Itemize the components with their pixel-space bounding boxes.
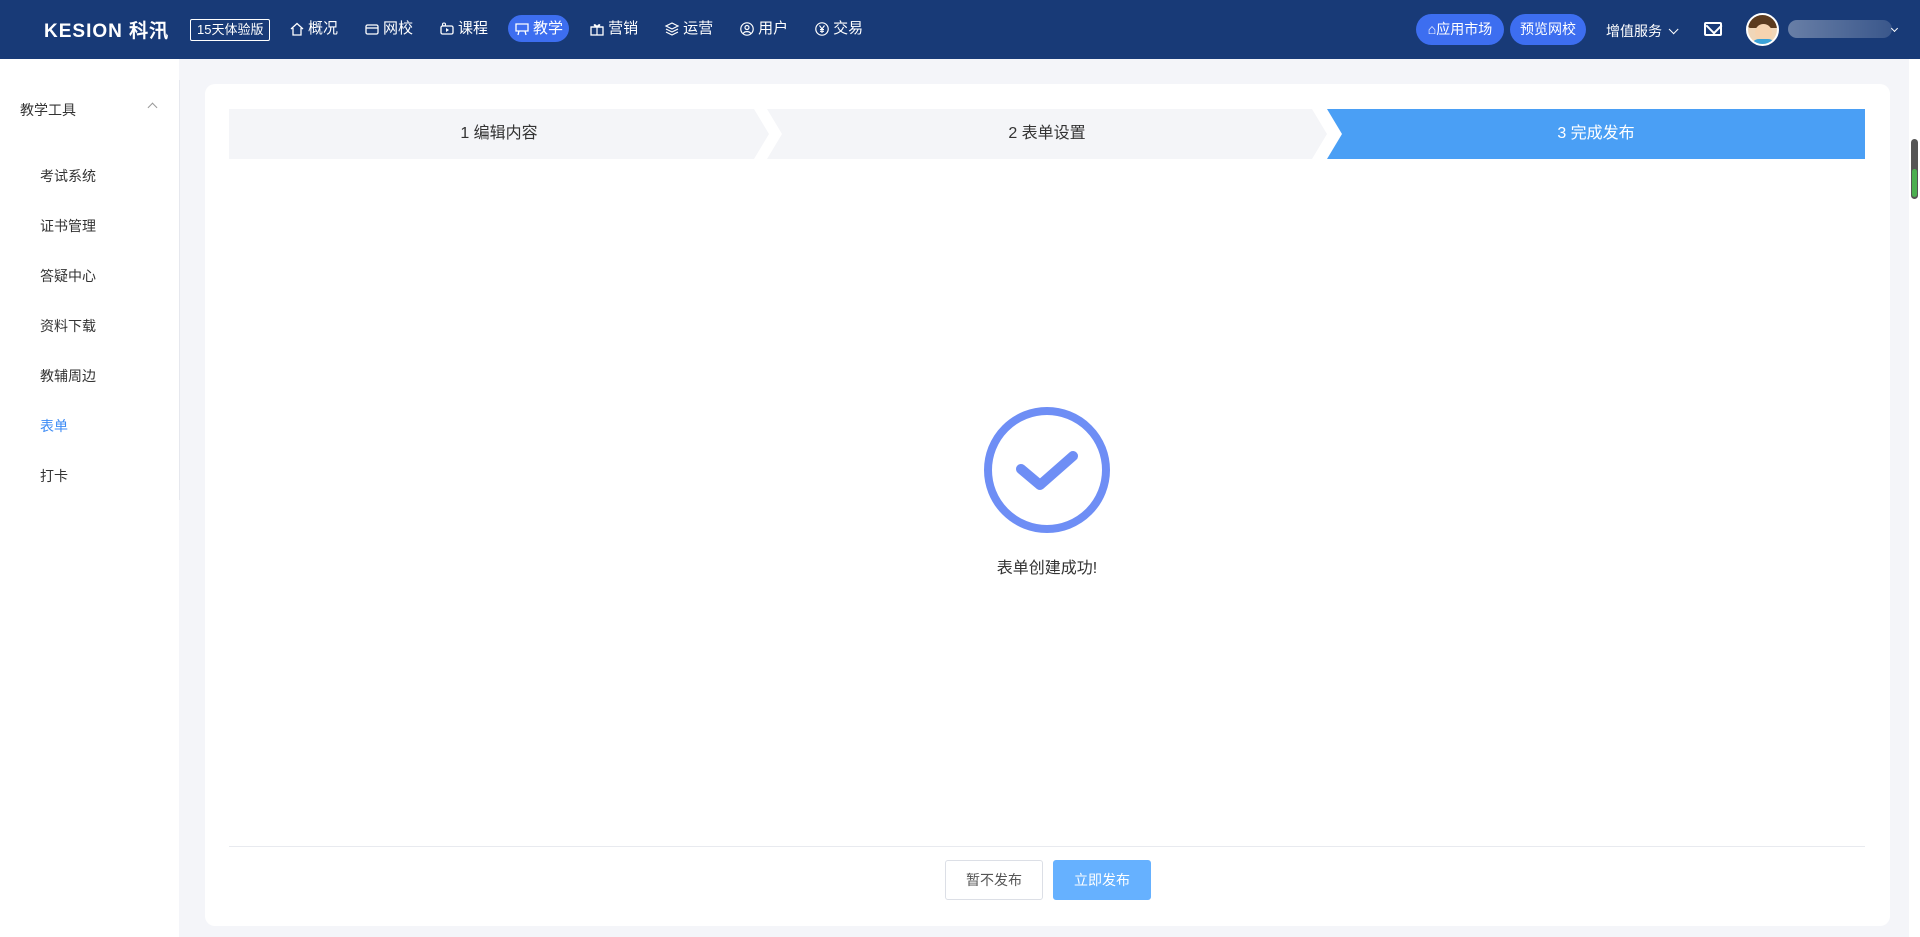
sidebar-item-supplies[interactable]: 教辅周边 (40, 366, 96, 386)
app-market-label: 应用市场 (1436, 21, 1493, 37)
mail-icon[interactable] (1704, 22, 1722, 36)
user-icon (739, 21, 755, 37)
nav-item-course[interactable]: 课程 (433, 15, 494, 42)
preview-school-button[interactable]: 预览网校 (1510, 14, 1586, 45)
sidebar (0, 59, 179, 937)
sidebar-item-certificate[interactable]: 证书管理 (40, 216, 96, 236)
sidebar-item-downloads[interactable]: 资料下载 (40, 316, 96, 336)
nav-label: 营销 (608, 20, 639, 37)
sidebar-item-qa[interactable]: 答疑中心 (40, 266, 96, 286)
success-message: 表单创建成功! (996, 560, 1098, 577)
step-edit-content: 1 编辑内容 (229, 109, 769, 159)
nav-label: 用户 (758, 20, 789, 37)
step-label: 2 表单设置 (1008, 125, 1086, 142)
sidebar-item-checkin[interactable]: 打卡 (40, 466, 68, 486)
value-services-dropdown[interactable]: 增值服务 (1606, 21, 1679, 41)
nav-item-trade[interactable]: 交易 (808, 15, 869, 42)
nav-item-marketing[interactable]: 营销 (583, 15, 644, 42)
nav-label: 交易 (833, 20, 864, 37)
step-label: 1 编辑内容 (460, 125, 538, 142)
nav-item-operation[interactable]: 运营 (658, 15, 719, 42)
username-blurred[interactable] (1788, 20, 1892, 38)
nav-label: 课程 (458, 20, 489, 37)
sidebar-item-forms[interactable]: 表单 (40, 416, 68, 436)
nav-item-users[interactable]: 用户 (733, 15, 794, 42)
app-market-button[interactable]: ⌂应用市场 (1416, 14, 1504, 45)
step-label: 3 完成发布 (1557, 125, 1635, 142)
nav-label: 运营 (683, 20, 714, 37)
course-icon (439, 21, 455, 37)
trial-badge: 15天体验版 (190, 19, 271, 41)
nav-label: 网校 (383, 20, 414, 37)
nav-item-overview[interactable]: 概况 (283, 15, 344, 42)
user-menu-chevron-icon[interactable] (1890, 24, 1899, 33)
brand-logo[interactable]: KESION 科汛 (44, 16, 169, 43)
step-complete-publish: 3 完成发布 (1327, 109, 1865, 159)
publish-later-button[interactable]: 暂不发布 (945, 860, 1043, 900)
gift-icon (589, 21, 605, 37)
page-scrollbar[interactable] (1909, 59, 1920, 937)
nav-item-teaching[interactable]: 教学 (508, 15, 570, 42)
store-icon: ⌂ (1427, 21, 1437, 37)
chevron-up-icon (147, 102, 158, 113)
avatar[interactable] (1746, 13, 1779, 46)
success-check-icon (984, 407, 1110, 533)
publish-now-button[interactable]: 立即发布 (1053, 860, 1151, 900)
school-icon (364, 21, 380, 37)
footer-divider (229, 846, 1865, 847)
yen-icon (814, 21, 830, 37)
layers-icon (664, 21, 680, 37)
step-indicator: 1 编辑内容 2 表单设置 3 完成发布 (229, 109, 1865, 159)
main-content-card: 1 编辑内容 2 表单设置 3 完成发布 表单创建成功! 暂不发布 立即发布 (205, 84, 1890, 926)
nav-item-school[interactable]: 网校 (358, 15, 419, 42)
top-navigation-bar: KESION 科汛 15天体验版 概况 网校 课程 教学 营销 运营 用户 交易… (0, 0, 1920, 59)
main-nav: 概况 网校 课程 教学 营销 运营 用户 交易 (283, 15, 883, 42)
nav-label: 教学 (533, 20, 564, 37)
teach-icon (514, 21, 530, 37)
sidebar-divider (179, 80, 180, 500)
sidebar-group-title: 教学工具 (20, 102, 76, 118)
sidebar-group-teaching-tools[interactable]: 教学工具 (20, 100, 160, 120)
value-services-label: 增值服务 (1606, 23, 1662, 39)
scrollbar-thumb[interactable] (1911, 139, 1918, 199)
sidebar-item-exam[interactable]: 考试系统 (40, 166, 96, 186)
home-icon (289, 21, 305, 37)
step-form-settings: 2 表单设置 (767, 109, 1327, 159)
nav-label: 概况 (308, 20, 339, 37)
chevron-down-icon (1668, 23, 1679, 34)
